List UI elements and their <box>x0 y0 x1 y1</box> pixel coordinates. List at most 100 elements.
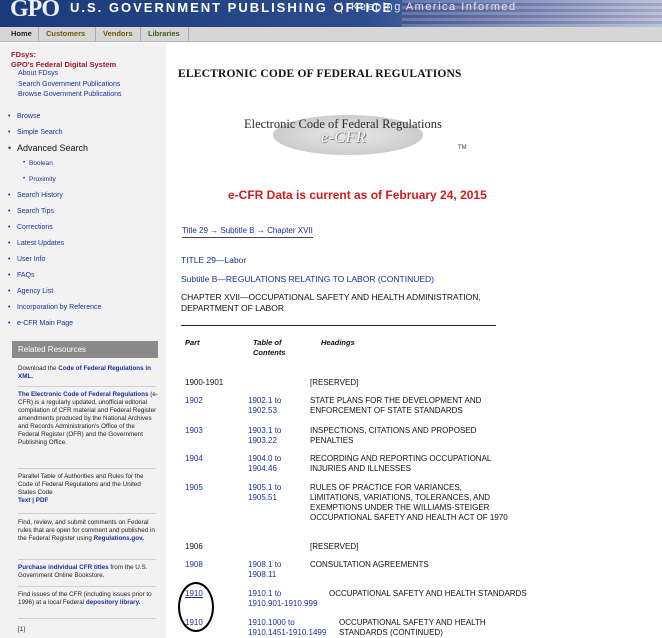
regulations-gov-link[interactable]: Regulations.gov. <box>94 535 144 542</box>
toc-end: 1903.22 <box>248 436 277 445</box>
toc-end: 1908.11 <box>248 570 277 579</box>
ecfr-link[interactable]: The Electronic Code of Federal Regulatio… <box>18 391 149 398</box>
page-title: ELECTRONIC CODE OF FEDERAL REGULATIONS <box>178 68 462 80</box>
highlight-circle <box>178 582 214 632</box>
related-xml-text: Download the <box>18 365 59 372</box>
part-link[interactable]: 1903 <box>185 426 203 435</box>
sidebar-item-user-info[interactable]: User Info <box>8 256 46 263</box>
divider <box>18 468 156 469</box>
related-purchase: Purchase individual CFR titles from the … <box>18 564 158 580</box>
fdsys-label: FDsys: <box>11 50 37 59</box>
parallel-table-text: Parallel Table of Authorities and Rules … <box>18 473 144 496</box>
divider <box>18 386 156 387</box>
toc-link[interactable]: 1902.1 to 1902.53 <box>248 396 281 416</box>
part-heading: CONSULTATION AGREEMENTS <box>310 560 429 569</box>
toc-end: 1905.51 <box>248 493 277 502</box>
toc-link[interactable]: 1905.1 to 1905.51 <box>248 483 281 503</box>
sidebar-item-search-history[interactable]: Search History <box>8 192 63 199</box>
part-link[interactable]: 1908 <box>185 560 203 569</box>
part-heading: [RESERVED] <box>310 378 359 387</box>
part-link[interactable]: 1902 <box>185 396 203 405</box>
currency-notice: e-CFR Data is current as of February 24,… <box>228 188 487 202</box>
toc-start: 1904.0 to <box>248 454 282 463</box>
part-heading: INSPECTIONS, CITATIONS AND PROPOSED PENA… <box>310 426 477 445</box>
part-heading: RECORDING AND REPORTING OCCUPATIONAL INJ… <box>310 454 492 473</box>
divider <box>18 618 156 619</box>
column-header-toc: Table of Contents <box>253 338 286 358</box>
sidebar-item-faqs[interactable]: FAQs <box>8 272 34 279</box>
nav-divider <box>188 27 189 42</box>
top-nav: Home Customers Vendors Libraries <box>0 27 662 42</box>
divider <box>18 513 156 514</box>
part-number: 1906 <box>185 542 203 551</box>
toc-start: 1905.1 to <box>248 483 282 492</box>
toc-link[interactable]: 1908.1 to 1908.11 <box>248 560 281 580</box>
toc-end: 1904.46 <box>248 464 277 473</box>
related-regulations-gov: Find, review, and submit comments on Fed… <box>18 519 158 543</box>
part-link[interactable]: 1905 <box>185 483 203 492</box>
agency-name: U.S. GOVERNMENT PUBLISHING OFFICE <box>70 0 394 15</box>
toc-end: 1910.901-1910.999 <box>248 599 318 608</box>
related-xml: Download the Code of Federal Regulations… <box>18 365 158 381</box>
related-depository: Find issues of the CFR (including issues… <box>18 591 158 607</box>
sidebar-item-simple-search[interactable]: Simple Search <box>8 129 62 136</box>
part-heading: OCCUPATIONAL SAFETY AND HEALTH STANDARDS… <box>339 618 486 637</box>
sidebar-item-advanced-search[interactable]: Advanced Search <box>8 143 88 153</box>
toc-start: 1910.1 to <box>248 589 282 598</box>
sidebar-item-boolean[interactable]: Boolean <box>23 160 53 167</box>
part-heading: STATE PLANS FOR THE DEVELOPMENT AND ENFO… <box>310 396 482 415</box>
sidebar-item-search-tips[interactable]: Search Tips <box>8 208 54 215</box>
sidebar: FDsys: GPO's Federal Digital System Abou… <box>0 43 166 638</box>
sidebar-item-agency-list[interactable]: Agency List <box>8 288 53 295</box>
toc-link[interactable]: 1903.1 to 1903.22 <box>248 426 281 446</box>
part-heading: RULES OF PRACTICE FOR VARIANCES, LIMITAT… <box>310 483 508 522</box>
gpo-logo[interactable]: GPO <box>10 0 60 23</box>
fdsys-title[interactable]: GPO's Federal Digital System <box>11 60 116 69</box>
sidebar-item-latest-updates[interactable]: Latest Updates <box>8 240 64 247</box>
sidebar-item-proximity[interactable]: Proximity <box>23 176 56 183</box>
sidebar-item-ecfr-main[interactable]: e-CFR Main Page <box>8 320 73 327</box>
nav-customers[interactable]: Customers <box>46 29 85 38</box>
nav-divider <box>38 27 39 42</box>
part-link[interactable]: 1904 <box>185 454 203 463</box>
header-separator: | <box>340 0 344 14</box>
column-header-toc-line1: Table of <box>253 338 282 347</box>
toc-end: 1902.53 <box>248 406 277 415</box>
related-parallel-table: Parallel Table of Authorities and Rules … <box>18 473 158 505</box>
chapter-heading: CHAPTER XVII—OCCUPATIONAL SAFETY AND HEA… <box>181 292 481 313</box>
related-ecfr-description: The Electronic Code of Federal Regulatio… <box>18 391 158 447</box>
browse-publications-link[interactable]: Browse Government Publications <box>18 91 122 98</box>
sidebar-item-browse[interactable]: Browse <box>8 113 40 120</box>
parallel-table-links[interactable]: Text | PDF <box>18 497 48 504</box>
toc-link[interactable]: 1910.1000 to 1910.1451-1910.1499 <box>248 618 326 638</box>
purchase-cfr-link[interactable]: Purchase individual CFR titles <box>18 564 109 571</box>
toc-link[interactable]: 1904.0 to 1904.46 <box>248 454 281 474</box>
sidebar-item-incorporation[interactable]: Incorporation by Reference <box>8 304 101 311</box>
column-header-toc-line2: Contents <box>253 348 286 357</box>
breadcrumb[interactable]: Title 29 → Subtitle B → Chapter XVII <box>182 226 313 238</box>
toc-start: 1903.1 to <box>248 426 282 435</box>
search-publications-link[interactable]: Search Government Publications <box>18 81 120 88</box>
nav-divider <box>95 27 96 42</box>
ecfr-description-text: (e-CFR) is a regularly updated, unoffici… <box>18 391 158 446</box>
divider <box>18 559 156 560</box>
part-heading: [RESERVED] <box>310 542 359 551</box>
about-fdsys-link[interactable]: About FDsys <box>18 70 58 77</box>
agency-motto: Keeping America Informed <box>351 1 517 13</box>
depository-library-link[interactable]: depository library. <box>86 599 140 606</box>
divider <box>181 325 496 326</box>
toc-start: 1910.1000 to <box>248 618 295 627</box>
nav-libraries[interactable]: Libraries <box>148 29 180 38</box>
footnote-marker: [1] <box>18 626 26 633</box>
toc-end: 1910.1451-1910.1499 <box>248 628 327 637</box>
part-number: 1900-1901 <box>185 378 224 387</box>
nav-home[interactable]: Home <box>11 29 32 38</box>
subtitle-link[interactable]: Subtitle B—REGULATIONS RELATING TO LABOR… <box>181 274 434 284</box>
header-banner: GPO U.S. GOVERNMENT PUBLISHING OFFICE | … <box>0 0 662 27</box>
nav-divider <box>140 27 141 42</box>
nav-vendors[interactable]: Vendors <box>103 29 133 38</box>
toc-link[interactable]: 1910.1 to 1910.901-1910.999 <box>248 589 317 609</box>
title-link[interactable]: TITLE 29—Labor <box>181 255 246 265</box>
sidebar-item-corrections[interactable]: Corrections <box>8 224 53 231</box>
part-heading: OCCUPATIONAL SAFETY AND HEALTH STANDARDS <box>329 589 527 598</box>
